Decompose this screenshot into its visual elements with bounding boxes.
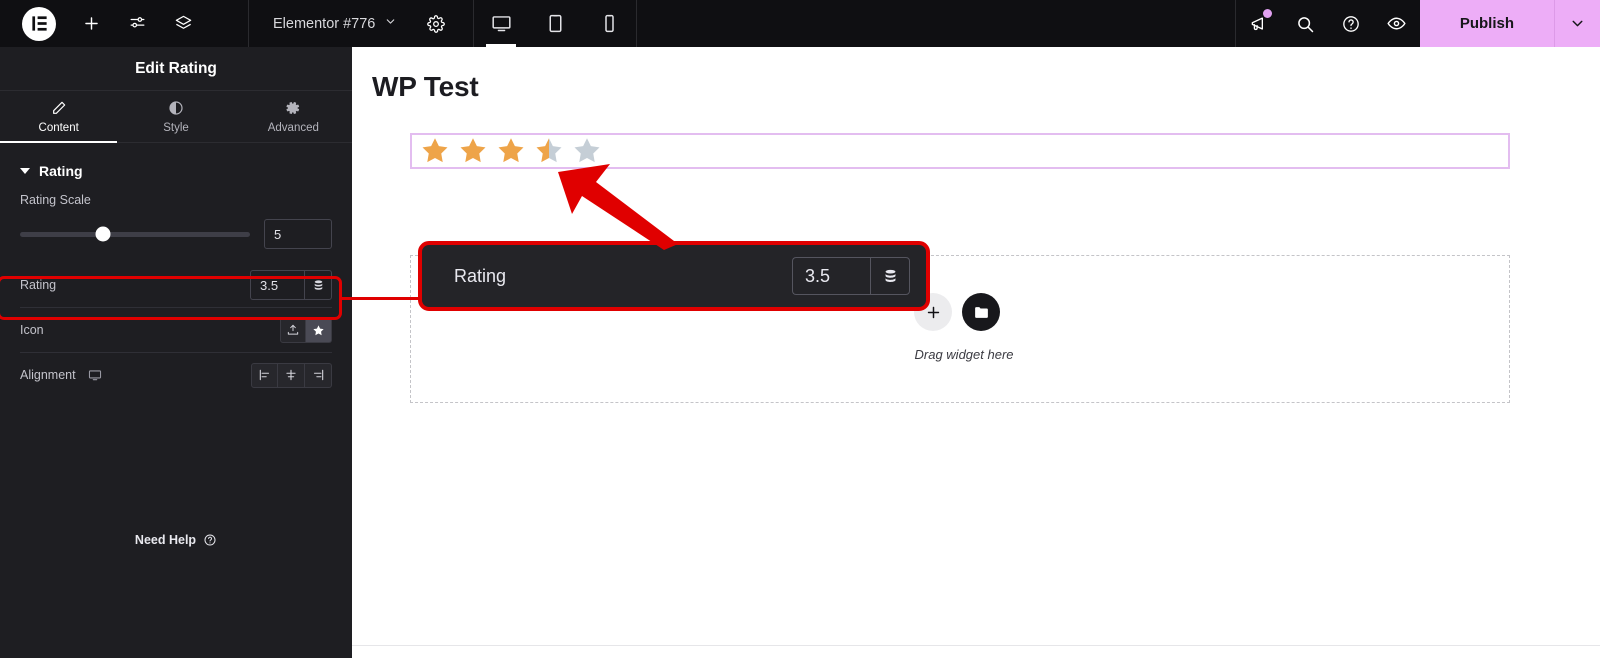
rating-scale-slider-handle[interactable] xyxy=(95,226,111,242)
tab-style[interactable]: Style xyxy=(117,91,234,142)
star-icon-full-2 xyxy=(460,138,486,163)
notification-badge-dot xyxy=(1262,9,1272,18)
toolbar-left-group xyxy=(0,0,206,47)
rating-scale-slider[interactable] xyxy=(20,226,250,242)
star-icon-full-3 xyxy=(498,138,524,163)
publish-button[interactable]: Publish xyxy=(1419,0,1554,47)
control-alignment: Alignment xyxy=(0,353,352,397)
sliders-icon[interactable] xyxy=(114,0,160,47)
section-rating-title: Rating xyxy=(39,163,83,179)
whats-new-megaphone-icon[interactable] xyxy=(1236,0,1282,47)
elementor-editor-root: Elementor #776 Publish Edit Rating Conte… xyxy=(0,0,1600,658)
gear-icon xyxy=(285,100,301,117)
rating-input[interactable]: 3.5 xyxy=(250,270,304,300)
icon-choice-group xyxy=(280,317,332,343)
align-right-icon[interactable] xyxy=(305,362,332,388)
toolbar-center-group: Elementor #776 xyxy=(249,0,473,47)
device-mobile-button[interactable] xyxy=(582,0,636,47)
star-rating-display xyxy=(420,136,602,166)
rating-label: Rating xyxy=(20,278,57,292)
document-name-dropdown[interactable]: Elementor #776 xyxy=(249,15,413,32)
control-icon: Icon xyxy=(0,308,352,352)
rating-input-group: 3.5 xyxy=(250,270,332,300)
caret-down-icon xyxy=(20,168,30,174)
preview-eye-icon[interactable] xyxy=(1374,0,1420,47)
contrast-circle-icon xyxy=(168,100,184,117)
rating-widget-selected[interactable] xyxy=(410,133,1510,169)
tab-content[interactable]: Content xyxy=(0,91,118,143)
drag-widget-hint: Drag widget here xyxy=(914,347,1014,362)
document-name-label: Elementor #776 xyxy=(273,15,376,32)
page-settings-gear-icon[interactable] xyxy=(413,0,459,47)
help-circle-icon[interactable] xyxy=(1328,0,1374,47)
device-tablet-button[interactable] xyxy=(528,0,582,47)
upload-svg-icon[interactable] xyxy=(280,317,306,343)
chevron-down-icon xyxy=(384,15,397,32)
search-icon[interactable] xyxy=(1282,0,1328,47)
page-title: WP Test xyxy=(372,71,479,102)
align-center-icon[interactable] xyxy=(278,362,305,388)
elementor-logo-icon[interactable] xyxy=(22,6,56,41)
tab-advanced[interactable]: Advanced xyxy=(235,91,352,142)
toolbar-right-group: Publish xyxy=(1236,0,1600,47)
panel-title: Edit Rating xyxy=(0,47,352,91)
alignment-label-group: Alignment xyxy=(20,368,102,382)
editor-sidebar-panel: Edit Rating Content Style Advanced Ratin… xyxy=(0,47,352,658)
toolbar-divider-3 xyxy=(636,0,638,47)
align-left-icon[interactable] xyxy=(251,362,278,388)
star-icon-full-1 xyxy=(422,138,448,163)
dropzone-add-buttons xyxy=(914,293,1000,331)
monitor-icon[interactable] xyxy=(88,368,102,382)
rating-scale-input[interactable]: 5 xyxy=(264,219,332,249)
add-element-plus-icon[interactable] xyxy=(914,293,952,331)
layers-stack-icon[interactable] xyxy=(160,0,206,47)
database-stack-icon[interactable] xyxy=(304,270,332,300)
tab-advanced-label: Advanced xyxy=(267,121,319,134)
icon-label: Icon xyxy=(20,323,44,337)
control-rating-scale: Rating Scale xyxy=(0,193,352,207)
help-circle-icon xyxy=(203,533,217,547)
plus-icon[interactable] xyxy=(68,0,114,47)
responsive-device-switcher xyxy=(474,0,636,47)
tab-content-label: Content xyxy=(38,121,79,134)
pencil-icon xyxy=(51,100,67,117)
need-help-link[interactable]: Need Help xyxy=(0,533,352,547)
section-rating-header[interactable]: Rating xyxy=(0,143,352,193)
add-template-folder-icon[interactable] xyxy=(962,293,1000,331)
star-icon[interactable] xyxy=(306,317,332,343)
star-icon-half-4 xyxy=(536,138,562,163)
publish-options-chevron-down-icon[interactable] xyxy=(1554,0,1600,47)
star-icon-empty-5 xyxy=(574,138,600,163)
rating-scale-slider-row: 5 xyxy=(0,207,352,249)
device-desktop-button[interactable] xyxy=(474,0,528,47)
panel-tabs: Content Style Advanced xyxy=(0,91,352,143)
alignment-label: Alignment xyxy=(20,368,76,382)
tab-style-label: Style xyxy=(163,121,189,134)
rating-scale-label: Rating Scale xyxy=(20,193,91,207)
top-toolbar: Elementor #776 Publish xyxy=(0,0,1600,47)
need-help-label: Need Help xyxy=(134,533,197,547)
control-rating: Rating 3.5 xyxy=(0,263,352,307)
editor-canvas: WP Test Drag widget here xyxy=(352,47,1600,658)
canvas-bottom-divider xyxy=(352,645,1600,646)
alignment-choice-group xyxy=(251,362,332,388)
